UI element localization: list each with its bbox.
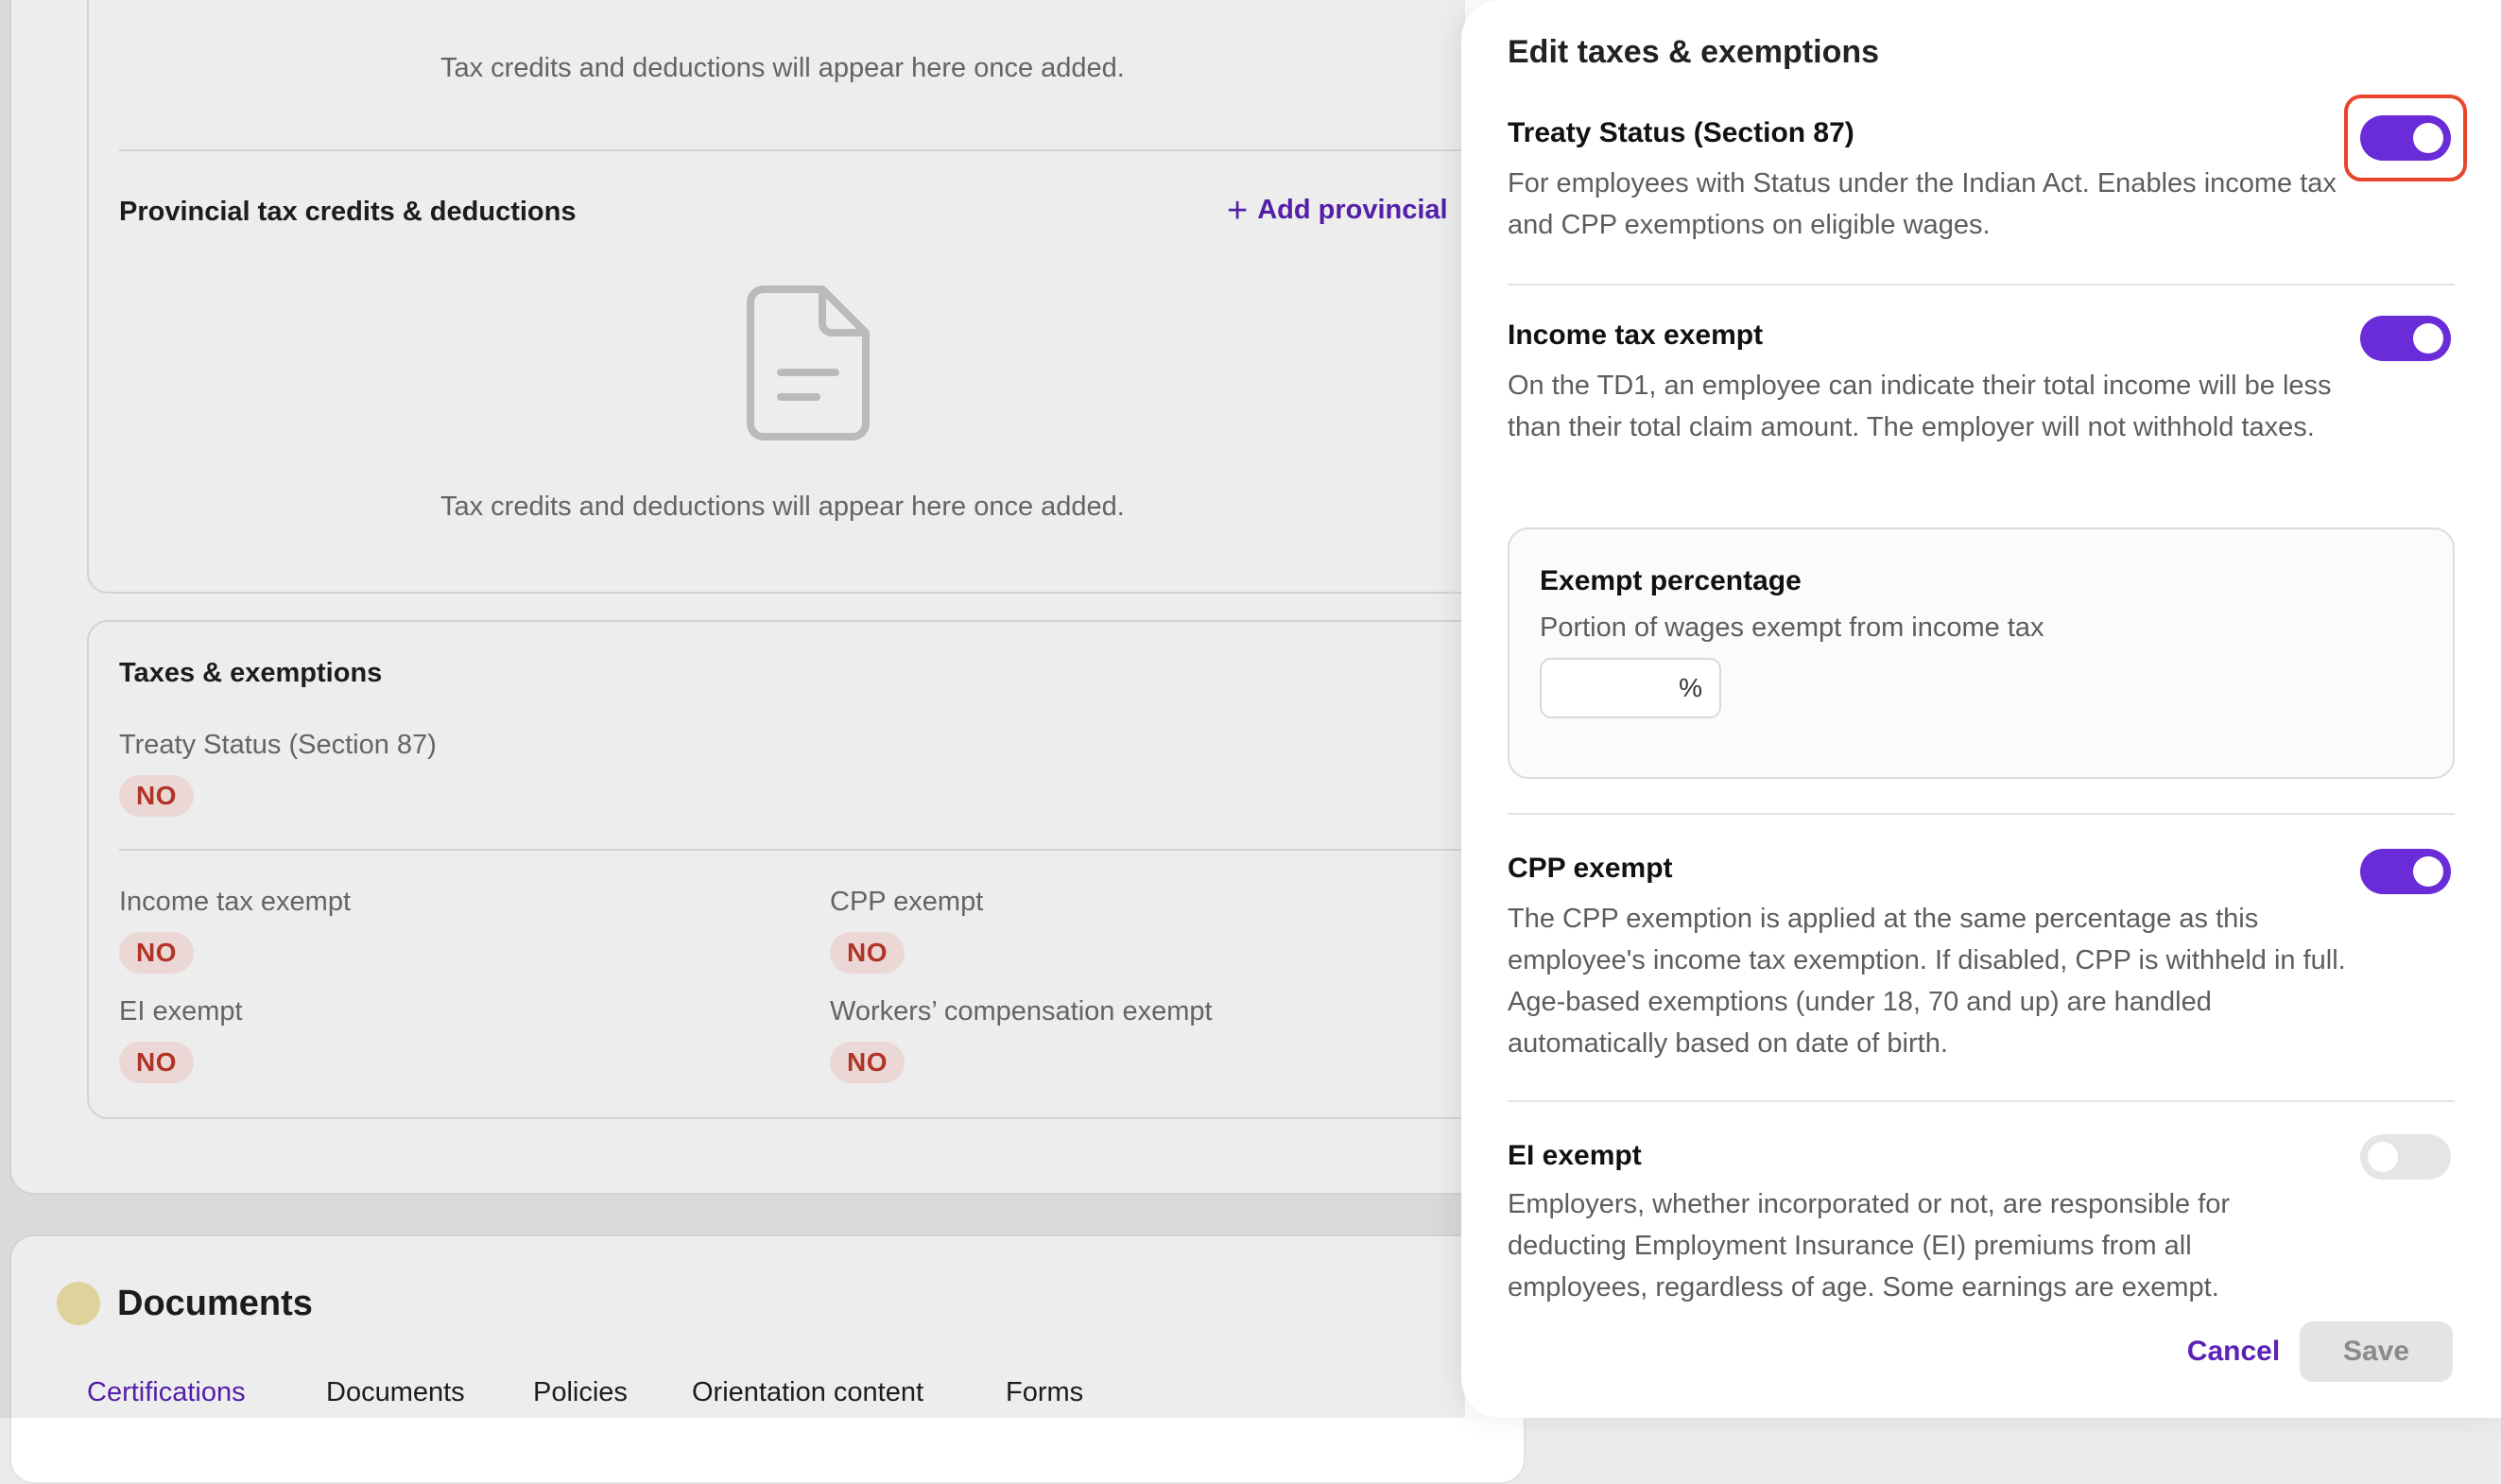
income-tax-exempt-title: Income tax exempt bbox=[1508, 319, 1764, 351]
percent-suffix: % bbox=[1679, 673, 1702, 702]
exempt-percentage-title: Exempt percentage bbox=[1540, 565, 1802, 596]
save-button[interactable]: Save bbox=[2300, 1321, 2453, 1382]
divider bbox=[1508, 1100, 2455, 1102]
treaty-status-toggle[interactable] bbox=[2360, 115, 2451, 161]
panel-title: Edit taxes & exemptions bbox=[1508, 34, 1880, 70]
toggle-knob bbox=[2413, 323, 2443, 354]
cpp-exempt-description: The CPP exemption is applied at the same… bbox=[1508, 904, 2346, 1059]
divider bbox=[1508, 813, 2455, 815]
exempt-percentage-card: Exempt percentage Portion of wages exemp… bbox=[1508, 527, 2455, 779]
treaty-status-description: For employees with Status under the Indi… bbox=[1508, 168, 2337, 240]
cpp-exempt-toggle[interactable] bbox=[2360, 849, 2451, 894]
divider bbox=[1508, 284, 2455, 285]
toggle-knob bbox=[2368, 1142, 2398, 1172]
toggle-knob bbox=[2413, 856, 2443, 887]
income-tax-exempt-description: On the TD1, an employee can indicate the… bbox=[1508, 371, 2332, 442]
treaty-status-title: Treaty Status (Section 87) bbox=[1508, 117, 1854, 148]
exempt-percentage-field[interactable]: % bbox=[1540, 658, 1721, 718]
toggle-knob bbox=[2413, 123, 2443, 153]
ei-exempt-description: Employers, whether incorporated or not, … bbox=[1508, 1189, 2231, 1303]
modal-backdrop[interactable] bbox=[0, 0, 1465, 1418]
cpp-exempt-title: CPP exempt bbox=[1508, 853, 1673, 884]
ei-exempt-title: EI exempt bbox=[1508, 1140, 1642, 1171]
cancel-button[interactable]: Cancel bbox=[2163, 1321, 2304, 1382]
income-tax-exempt-toggle[interactable] bbox=[2360, 316, 2451, 361]
exempt-percentage-description: Portion of wages exempt from income tax bbox=[1540, 613, 2044, 643]
ei-exempt-toggle[interactable] bbox=[2360, 1134, 2451, 1180]
edit-taxes-panel: Edit taxes & exemptions Treaty Status (S… bbox=[1461, 0, 2501, 1418]
exempt-percentage-input[interactable] bbox=[1549, 667, 1676, 711]
